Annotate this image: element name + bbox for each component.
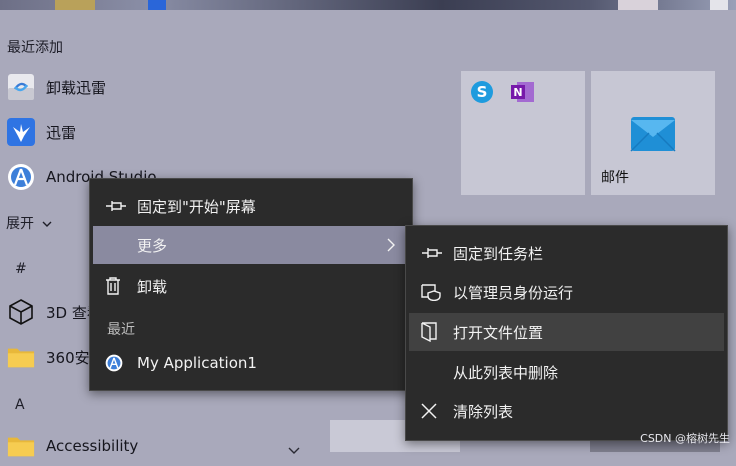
app-label: 迅雷: [46, 123, 77, 142]
app-item-thunder-uninstall[interactable]: 卸载迅雷: [0, 67, 450, 107]
group-header-a[interactable]: A: [15, 397, 25, 413]
menu-item-label: 固定到任务栏: [453, 244, 544, 263]
more-item[interactable]: 更多: [93, 226, 409, 264]
menu-item-label: 固定到"开始"屏幕: [137, 197, 256, 216]
menu-item-label: 从此列表中删除: [453, 363, 559, 382]
menu-item-label: 卸载: [137, 277, 168, 296]
menu-item-label: 打开文件位置: [453, 323, 544, 342]
recent-item-my-application[interactable]: My Application1: [93, 344, 409, 382]
chevron-down-icon[interactable]: [288, 440, 300, 459]
android-studio-icon: [105, 354, 137, 372]
app-label: 卸载迅雷: [46, 78, 107, 97]
close-icon: [421, 403, 453, 419]
pin-icon: [105, 199, 137, 213]
recently-added-heading: 最近添加: [7, 40, 63, 56]
pin-to-start-item[interactable]: 固定到"开始"屏幕: [93, 187, 409, 225]
svg-text:N: N: [513, 86, 522, 99]
menu-item-label: 更多: [137, 236, 168, 255]
pin-to-taskbar-item[interactable]: 固定到任务栏: [409, 234, 724, 272]
mail-tile-label: 邮件: [601, 170, 629, 186]
cube-icon: [7, 298, 35, 326]
recent-group-label: 最近: [107, 322, 135, 338]
watermark: CSDN @榕树先生: [640, 432, 730, 445]
menu-item-label: My Application1: [137, 354, 257, 372]
group-header-hash[interactable]: #: [15, 261, 27, 277]
chevron-right-icon: [387, 238, 395, 256]
trash-icon: [105, 277, 137, 295]
context-menu: 固定到"开始"屏幕 更多 卸载 最近 My Application1: [89, 178, 413, 391]
mail-icon: [629, 111, 677, 157]
chevron-down-icon: [42, 216, 52, 232]
thunder-bird-icon: [7, 118, 35, 146]
app-label: Accessibility: [46, 437, 139, 455]
menu-item-label: 清除列表: [453, 402, 514, 421]
uninstall-item[interactable]: 卸载: [93, 267, 409, 305]
menu-item-label: 以管理员身份运行: [453, 283, 574, 302]
tile-mail[interactable]: 邮件: [591, 71, 715, 195]
more-submenu: 固定到任务栏 以管理员身份运行 打开文件位置 从此列表中删除 清除列表: [405, 225, 728, 441]
run-as-admin-item[interactable]: 以管理员身份运行: [409, 273, 724, 311]
svg-text:S: S: [477, 83, 488, 101]
app-label: 360安: [46, 348, 90, 367]
android-studio-icon: [7, 163, 35, 191]
clear-list-item[interactable]: 清除列表: [409, 392, 724, 430]
top-wallpaper-strip: [0, 0, 736, 10]
expand-label: 展开: [6, 216, 34, 232]
shield-icon: [421, 283, 453, 301]
folder-icon: [7, 343, 35, 371]
remove-from-list-item[interactable]: 从此列表中删除: [409, 353, 724, 391]
open-file-location-item[interactable]: 打开文件位置: [409, 313, 724, 351]
onenote-icon: N: [511, 81, 535, 107]
app-item-thunder[interactable]: 迅雷: [0, 112, 450, 152]
expand-button[interactable]: 展开: [6, 213, 52, 233]
folder-open-icon: [421, 322, 453, 342]
folder-icon: [7, 432, 35, 460]
tile-office-group[interactable]: S N: [461, 71, 585, 195]
pin-icon: [421, 246, 453, 260]
thunder-uninstall-icon: [7, 73, 35, 101]
skype-icon: S: [470, 80, 494, 108]
